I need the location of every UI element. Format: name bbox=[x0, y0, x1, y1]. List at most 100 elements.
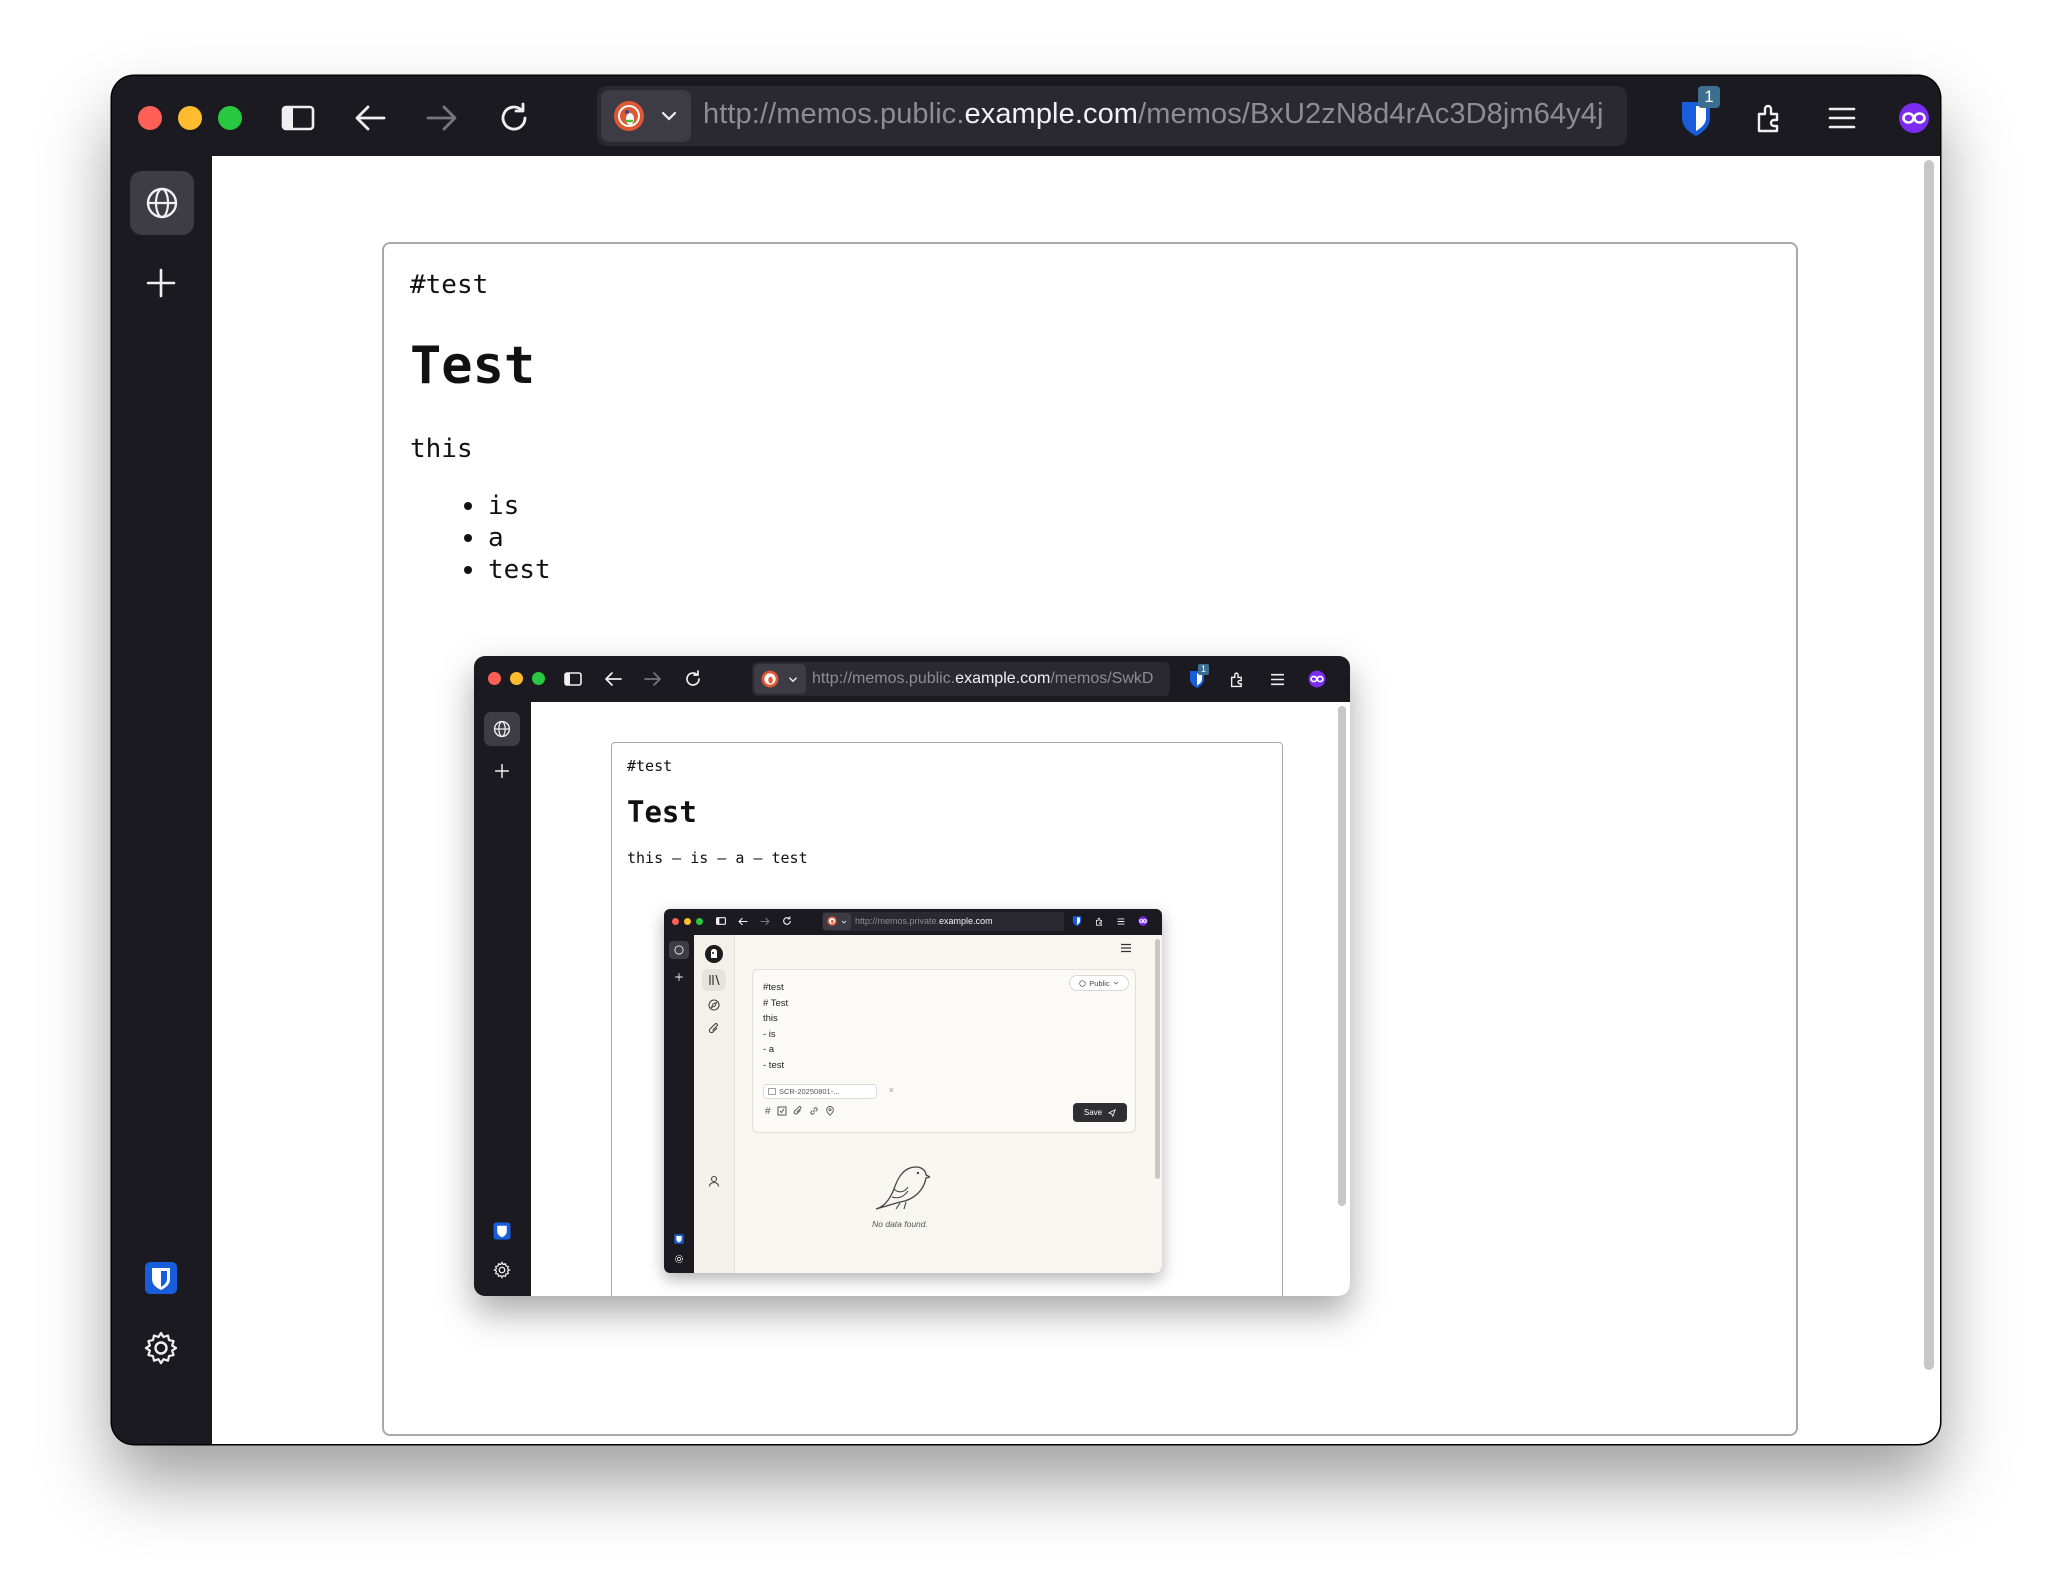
extensions-puzzle-icon[interactable] bbox=[1748, 96, 1792, 140]
browser-sidebar bbox=[112, 156, 212, 1444]
memo-paragraph: this – is – a – test bbox=[627, 849, 808, 867]
minimize-window-button[interactable] bbox=[178, 106, 202, 130]
sidebar-toggle-icon bbox=[562, 668, 584, 690]
bitwarden-extension-icon[interactable]: 1 bbox=[1672, 86, 1720, 140]
plus-icon bbox=[495, 764, 509, 778]
visibility-selector: Public bbox=[1069, 975, 1129, 991]
menu-icon bbox=[1114, 914, 1128, 928]
visibility-label: Public bbox=[1089, 978, 1110, 988]
close-window-button[interactable] bbox=[138, 106, 162, 130]
extensions-puzzle-icon bbox=[1226, 668, 1248, 690]
forward-arrow-icon bbox=[758, 914, 772, 928]
forward-arrow-icon bbox=[642, 668, 664, 690]
memo-list: is a test bbox=[464, 490, 551, 586]
bitwarden-icon bbox=[145, 1262, 177, 1294]
sidebar-item-web bbox=[669, 941, 689, 959]
back-arrow-icon bbox=[736, 914, 750, 928]
explore-icon bbox=[708, 999, 720, 1011]
list-item: test bbox=[464, 554, 551, 586]
add-panel-button bbox=[493, 762, 511, 785]
address-bar[interactable]: http://memos.public.example.com/memos/Bx… bbox=[597, 86, 1627, 146]
page-scrollbar[interactable] bbox=[1924, 160, 1934, 1370]
gear-icon bbox=[144, 1331, 178, 1365]
globe-icon bbox=[674, 945, 684, 955]
bitwarden-extension-icon: 1 bbox=[1186, 664, 1209, 690]
sidebar-item-web bbox=[484, 712, 520, 746]
chevron-down-icon bbox=[789, 677, 797, 683]
url-text: http://memos.public.example.com/memos/Sw… bbox=[812, 670, 1154, 687]
library-icon bbox=[709, 974, 720, 986]
editor-line: # Test bbox=[763, 997, 789, 1009]
menu-icon[interactable] bbox=[1820, 96, 1864, 140]
sidebar-item-web[interactable] bbox=[130, 171, 194, 235]
forward-arrow-icon[interactable] bbox=[420, 96, 464, 140]
search-engine-selector bbox=[823, 913, 851, 930]
url-text: http://memos.private.example.com bbox=[855, 916, 993, 926]
editor-line: - a bbox=[763, 1044, 775, 1055]
empty-state-text: No data found. bbox=[872, 1219, 928, 1229]
chevron-down-icon bbox=[841, 920, 847, 924]
url-text[interactable]: http://memos.public.example.com/memos/Bx… bbox=[703, 98, 1604, 131]
gear-icon bbox=[674, 1254, 684, 1264]
memo-editor: Public #test # Test this - is - a - test… bbox=[752, 969, 1136, 1133]
attachment-name: SCR-20250801-... bbox=[779, 1087, 840, 1096]
list-item: is bbox=[464, 490, 551, 522]
reload-icon bbox=[682, 668, 704, 690]
globe-icon bbox=[146, 187, 178, 219]
globe-icon bbox=[493, 720, 511, 738]
address-bar: http://memos.private.example.com bbox=[822, 912, 1064, 931]
extension-badge: 1 bbox=[1698, 86, 1720, 108]
send-icon bbox=[1108, 1108, 1117, 1117]
minimize-window-button bbox=[510, 672, 523, 685]
memo-tag[interactable]: #test bbox=[410, 270, 488, 300]
zoom-window-button bbox=[696, 918, 703, 925]
memo-heading: Test bbox=[410, 336, 536, 396]
attachment-chip: SCR-20250801-... × bbox=[763, 1084, 894, 1099]
user-icon bbox=[708, 1175, 720, 1187]
page-content: #test Test this – is – a – test http://m… bbox=[531, 702, 1350, 1296]
sidebar-bitwarden-button bbox=[493, 1222, 511, 1245]
menu-icon bbox=[1121, 943, 1131, 953]
duckduckgo-icon bbox=[614, 101, 644, 131]
duckduckgo-icon bbox=[761, 670, 779, 688]
gear-icon bbox=[493, 1261, 511, 1279]
location-pin-icon bbox=[825, 1106, 834, 1116]
list-item: a bbox=[464, 522, 551, 554]
private-mode-icon bbox=[1136, 914, 1150, 928]
memo-tag: #test bbox=[627, 757, 673, 775]
browser-toolbar: http://memos.public.example.com/memos/Bx… bbox=[112, 76, 1940, 156]
zoom-window-button bbox=[532, 672, 545, 685]
bitwarden-icon bbox=[493, 1222, 511, 1240]
memo-attachment-image: http://memos.private.example.com Public … bbox=[664, 909, 1162, 1273]
close-window-button bbox=[672, 918, 679, 925]
editor-line: - test bbox=[763, 1059, 785, 1071]
sidebar-bitwarden-button[interactable] bbox=[144, 1261, 178, 1300]
editor-content: #test # Test this - is - a - test bbox=[763, 980, 788, 1073]
sidebar-settings-button[interactable] bbox=[143, 1330, 179, 1371]
globe-icon bbox=[1079, 979, 1086, 987]
search-engine-selector[interactable] bbox=[601, 90, 691, 142]
memos-nav bbox=[694, 935, 735, 1273]
hashtag-icon: # bbox=[765, 1106, 771, 1117]
memo-card: #test Test this – is – a – test http://m… bbox=[611, 742, 1283, 1296]
sidebar-toggle-icon[interactable] bbox=[276, 96, 320, 140]
sidebar-bitwarden-button bbox=[674, 1231, 684, 1249]
address-bar: http://memos.public.example.com/memos/Sw… bbox=[752, 662, 1170, 696]
reload-icon[interactable] bbox=[492, 96, 536, 140]
sidebar-settings-button bbox=[493, 1261, 511, 1284]
back-arrow-icon bbox=[602, 668, 624, 690]
editor-line: - is bbox=[763, 1028, 776, 1040]
browser-window: http://memos.public.example.com/memos/Bx… bbox=[112, 76, 1940, 1444]
zoom-window-button[interactable] bbox=[218, 106, 242, 130]
remove-attachment-icon: × bbox=[888, 1085, 894, 1095]
menu-icon bbox=[1266, 668, 1288, 690]
private-mode-icon bbox=[1892, 96, 1936, 140]
memo-attachment-image[interactable]: http://memos.public.example.com/memos/Sw… bbox=[474, 656, 1350, 1296]
editor-line: #test bbox=[763, 982, 784, 993]
memo-paragraph: this bbox=[410, 434, 473, 464]
extension-badge: 1 bbox=[1198, 664, 1209, 675]
paperclip-icon bbox=[793, 1106, 801, 1115]
add-panel-button[interactable] bbox=[144, 266, 178, 305]
back-arrow-icon[interactable] bbox=[348, 96, 392, 140]
page-content: #test Test this is a test http://memos.p… bbox=[212, 156, 1940, 1444]
